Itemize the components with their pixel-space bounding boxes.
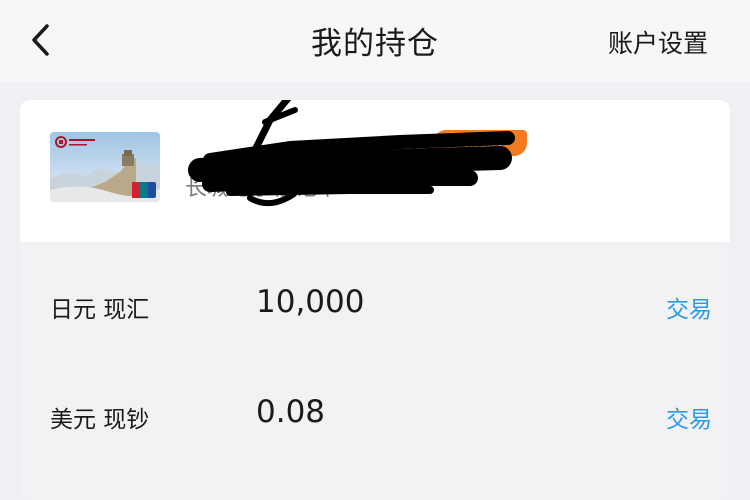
bank-card-image <box>50 132 160 202</box>
currency-label: 日元 现汇 <box>50 297 150 323</box>
header-bar: 我的持仓 账户设置 <box>0 0 750 82</box>
account-type-badge: 交易账户 <box>433 130 527 156</box>
account-card: 交易账户 长城电子借记卡 <box>20 100 730 242</box>
holdings-panel: 交易账户 长城电子借记卡 日元 现汇 10,000 交易 美元 现钞 0.08 … <box>20 100 730 500</box>
currency-label: 美元 现钞 <box>50 407 150 433</box>
card-name: 长城电子借记卡 <box>185 176 340 201</box>
holding-row: 美元 现钞 0.08 交易 <box>20 362 730 472</box>
redaction-scribble <box>188 100 515 207</box>
holding-row: 日元 现汇 10,000 交易 <box>20 252 730 362</box>
account-settings-link[interactable]: 账户设置 <box>608 24 708 60</box>
holding-amount: 0.08 <box>256 394 326 430</box>
trade-button[interactable]: 交易 <box>666 400 712 434</box>
holding-amount: 10,000 <box>256 284 365 320</box>
trade-button[interactable]: 交易 <box>666 290 712 324</box>
content-area: 交易账户 长城电子借记卡 日元 现汇 10,000 交易 美元 现钞 0.08 … <box>0 82 750 500</box>
